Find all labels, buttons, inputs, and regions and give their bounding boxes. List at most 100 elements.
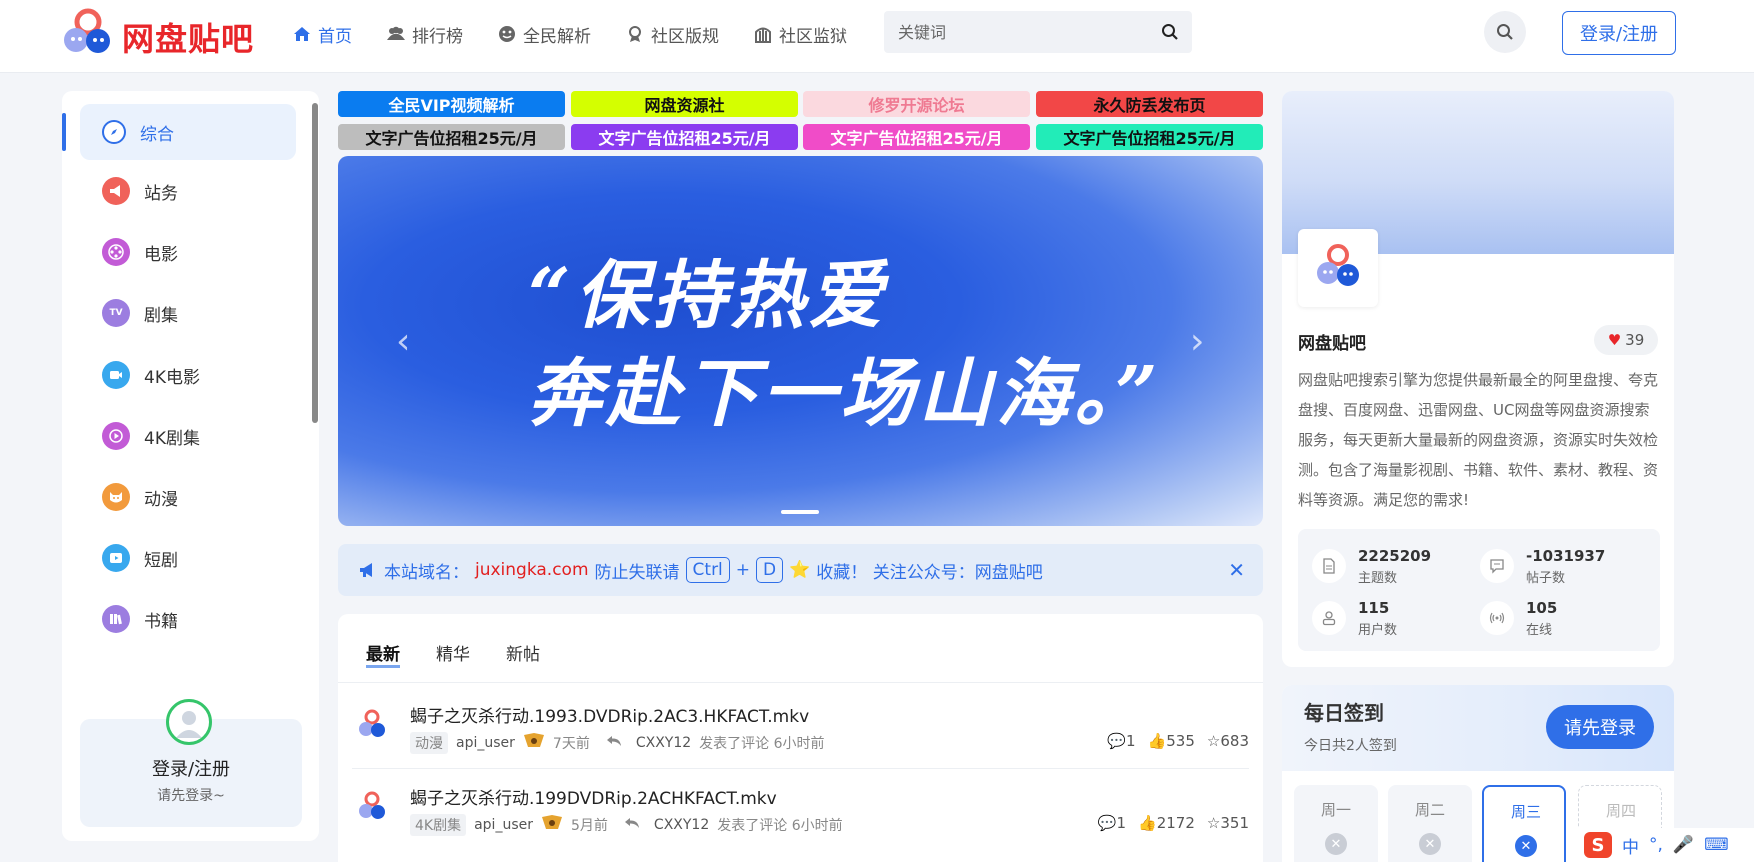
signin-title: 每日签到 <box>1304 701 1384 725</box>
close-icon[interactable]: ✕ <box>1228 558 1245 582</box>
ime-toolbar[interactable]: S 中 °, 🎤 ⌨ <box>1578 828 1754 862</box>
category-tag[interactable]: 4K剧集 <box>410 814 467 836</box>
close-icon: ✕ <box>1325 833 1347 855</box>
user-login-link[interactable]: 登录/注册 <box>80 755 302 781</box>
day-label: 周三 <box>1510 803 1541 821</box>
nav-parse-label: 全民解析 <box>523 26 591 47</box>
tab-featured[interactable]: 精华 <box>436 640 470 668</box>
sidebar-item-4k-series[interactable]: 4K剧集 <box>80 408 296 464</box>
signin-login-button[interactable]: 请先登录 <box>1546 705 1654 749</box>
chevron-left-icon[interactable]: ‹ <box>396 321 410 362</box>
nav-rules[interactable]: 社区版规 <box>625 20 719 48</box>
notice-suffix: 收藏！ 关注公众号：网盘贴吧 <box>816 562 1043 583</box>
search-input[interactable] <box>898 19 1148 45</box>
sidebar-item-label: 电影 <box>144 244 178 265</box>
sidebar-item-general[interactable]: 综合 <box>80 104 296 160</box>
tab-new[interactable]: 新帖 <box>506 640 540 668</box>
notice-prefix: 本站域名： <box>384 562 469 583</box>
reply-user[interactable]: CXXY12 <box>654 817 709 833</box>
sidebar-item-site-affairs[interactable]: 站务 <box>80 163 296 219</box>
star-count[interactable]: ☆351 <box>1207 814 1249 832</box>
ad-link[interactable]: 修罗开源论坛 <box>803 91 1030 117</box>
user-avatar-icon <box>176 711 202 738</box>
header-search-button[interactable] <box>1484 11 1526 53</box>
ad-link[interactable]: 全民VIP视频解析 <box>338 91 565 117</box>
ad-link[interactable]: 文字广告位招租25元/月 <box>571 124 798 150</box>
site-like-count: 39 <box>1625 331 1645 349</box>
nav-prison-label: 社区监狱 <box>779 26 847 47</box>
like-count[interactable]: 👍535 <box>1148 732 1195 750</box>
stat-value: 2225209 <box>1358 547 1432 565</box>
megaphone-icon <box>102 177 130 205</box>
ad-link[interactable]: 文字广告位招租25元/月 <box>338 124 565 150</box>
star-count[interactable]: ☆683 <box>1207 732 1249 750</box>
login-register-button[interactable]: 登录/注册 <box>1562 11 1676 55</box>
day-label: 周四 <box>1605 802 1636 820</box>
sidebar-item-movies[interactable]: 电影 <box>80 224 296 280</box>
category-tag[interactable]: 动漫 <box>410 732 448 754</box>
user-login-tip: 请先登录~ <box>157 788 225 804</box>
nav-home[interactable]: 首页 <box>292 20 352 48</box>
divider <box>338 682 1263 683</box>
stat-online: 105 在线 <box>1466 595 1626 639</box>
ad-link[interactable]: 网盘资源社 <box>571 91 798 117</box>
stat-posts: -1031937 帖子数 <box>1466 543 1626 587</box>
sidebar-item-series[interactable]: TV 剧集 <box>80 285 296 341</box>
punctuation-icon[interactable]: °, <box>1649 835 1663 855</box>
post-author[interactable]: api_user <box>456 735 515 751</box>
reply-user[interactable]: CXXY12 <box>636 735 691 751</box>
sidebar-scrollbar[interactable] <box>312 103 318 423</box>
ime-language[interactable]: 中 <box>1622 833 1639 858</box>
nav-prison[interactable]: 社区监狱 <box>753 20 847 48</box>
signin-day-tue: 周二 ✕ <box>1388 785 1472 862</box>
ad-link[interactable]: 永久防丢发布页 <box>1036 91 1263 117</box>
sidebar-item-anime[interactable]: 动漫 <box>80 469 296 525</box>
like-count[interactable]: 👍2172 <box>1138 814 1195 832</box>
home-icon <box>294 27 310 41</box>
ad-link[interactable]: 文字广告位招租25元/月 <box>803 124 1030 150</box>
signin-day-wed[interactable]: 周三 ✕ <box>1482 785 1566 862</box>
sidebar-item-books[interactable]: 书籍 <box>80 591 296 647</box>
cat-icon <box>102 483 130 511</box>
carousel-indicator[interactable] <box>781 510 819 514</box>
megaphone-icon <box>360 563 372 577</box>
notice-domain: juxingka.com <box>475 560 589 580</box>
hero-banner[interactable]: “保持热爱 奔赴下一场山海。” ‹ › <box>338 156 1263 526</box>
logo-mascot-icon <box>64 8 110 53</box>
sidebar-item-4k-movies[interactable]: 4K电影 <box>80 347 296 403</box>
sidebar-item-label: 站务 <box>144 183 178 204</box>
sidebar-item-label: 综合 <box>140 124 174 145</box>
table-row[interactable]: 蝎子之灭杀行动.199DVDRip.2ACHKFACT.mkv 4K剧集 api… <box>352 768 1249 850</box>
table-row[interactable]: 蝎子之灭杀行动.1993.DVDRip.2AC3.HKFACT.mkv 动漫 a… <box>352 686 1249 768</box>
notice-bar: 本站域名： juxingka.com 防止失联请 Ctrl + D ⭐ 收藏！ … <box>338 544 1263 596</box>
comment-count-value: 1 <box>1116 814 1127 832</box>
star-icon: ☆ <box>1206 814 1221 832</box>
site-logo[interactable]: 网盘贴吧 <box>62 8 262 58</box>
logo-mascot-icon <box>1317 244 1359 286</box>
search-icon[interactable] <box>1160 22 1180 42</box>
nav-parse[interactable]: 全民解析 <box>497 20 591 48</box>
post-title[interactable]: 蝎子之灭杀行动.1993.DVDRip.2AC3.HKFACT.mkv <box>410 702 809 727</box>
post-title[interactable]: 蝎子之灭杀行动.199DVDRip.2ACHKFACT.mkv <box>410 784 777 809</box>
chevron-right-icon[interactable]: › <box>1190 321 1204 362</box>
sidebar-item-label: 4K电影 <box>144 367 200 388</box>
ad-link[interactable]: 文字广告位招租25元/月 <box>1036 124 1263 150</box>
sidebar-item-short-drama[interactable]: 短剧 <box>80 530 296 586</box>
stat-users: 115 用户数 <box>1298 595 1458 639</box>
nav-ranking[interactable]: 排行榜 <box>386 20 463 48</box>
logo-mascot-icon <box>359 791 385 819</box>
tab-latest[interactable]: 最新 <box>366 640 400 668</box>
user-login-card[interactable]: 登录/注册 请先登录~ <box>80 699 302 827</box>
reply-icon <box>606 734 622 752</box>
prison-icon <box>755 27 771 43</box>
avatar[interactable] <box>166 699 212 745</box>
comment-count: 💬1 <box>1098 814 1126 832</box>
kbd-d: D <box>756 557 784 583</box>
keyboard-icon[interactable]: ⌨ <box>1704 835 1729 855</box>
site-like-button[interactable]: ♥ 39 <box>1594 325 1658 355</box>
user-badge-icon <box>523 733 545 753</box>
post-stats: 💬1 👍535 ☆683 <box>1107 732 1249 750</box>
microphone-icon[interactable]: 🎤 <box>1673 835 1694 855</box>
notice-plus: + <box>735 560 751 580</box>
post-author[interactable]: api_user <box>474 817 533 833</box>
